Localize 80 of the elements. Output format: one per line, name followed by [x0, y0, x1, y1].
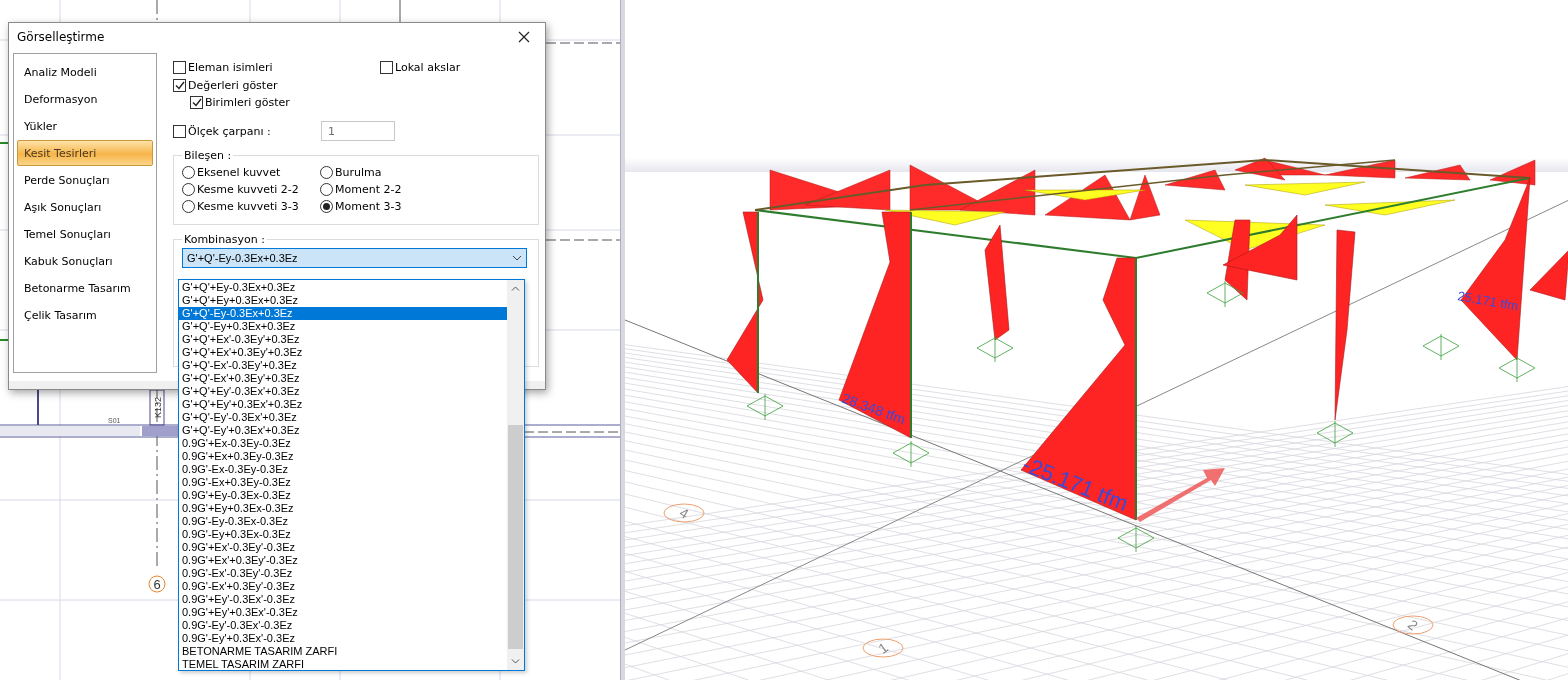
dropdown-item[interactable]: 0.9G'-Ey'+0.3Ex'-0.3Ez [179, 632, 507, 645]
dropdown-item[interactable]: G'+Q'+Ey'+0.3Ex'+0.3Ez [179, 398, 507, 411]
moment-label: 25.171 tfm [1456, 288, 1520, 314]
checkbox[interactable] [173, 124, 186, 138]
chevron-up-icon [511, 286, 520, 291]
radio-option[interactable]: Kesme kuvveti 2-2 [182, 181, 320, 198]
grid-bubble: 6 [148, 575, 166, 593]
dropdown-item[interactable]: G'+Q'+Ey-0.3Ex+0.3Ez [179, 281, 507, 294]
checkbox[interactable] [173, 61, 186, 74]
dropdown-item[interactable]: 0.9G'+Ex+0.3Ey-0.3Ez [179, 450, 507, 463]
dropdown-item[interactable]: G'+Q'-Ey'+0.3Ex'+0.3Ez [179, 424, 507, 437]
checkbox-option[interactable]: Ölçek çarpanı : [173, 124, 271, 138]
sidebar-item[interactable]: Çelik Tasarım [17, 302, 153, 328]
sidebar-item[interactable]: Kabuk Sonuçları [17, 248, 153, 274]
group-title: Bileşen : [183, 149, 233, 162]
dropdown-item[interactable]: 0.9G'-Ey'-0.3Ex'-0.3Ez [179, 619, 507, 632]
dropdown-item[interactable]: 0.9G'+Ex-0.3Ey-0.3Ez [179, 437, 507, 450]
radio-option[interactable]: Eksenel kuvvet [182, 164, 320, 181]
checkbox-option[interactable]: Lokal akslar [380, 61, 539, 74]
dropdown-item[interactable]: G'+Q'-Ey+0.3Ex+0.3Ez [179, 320, 507, 333]
column-label: K132 [153, 396, 163, 418]
radio-option[interactable]: Kesme kuvveti 3-3 [182, 198, 320, 215]
dropdown-item[interactable]: G'+Q'-Ey-0.3Ex+0.3Ez [179, 307, 507, 320]
axis-bubble: 4 [663, 503, 705, 523]
checkbox[interactable] [190, 96, 203, 109]
dropdown-item[interactable]: G'+Q'+Ey'-0.3Ex'+0.3Ez [179, 385, 507, 398]
radio-button[interactable] [320, 200, 333, 213]
dropdown-item[interactable]: 0.9G'-Ex-0.3Ey-0.3Ez [179, 463, 507, 476]
checkbox-option[interactable]: Eleman isimleri [173, 61, 380, 74]
dropdown-item[interactable]: 0.9G'+Ey+0.3Ex-0.3Ez [179, 502, 507, 515]
dropdown-item[interactable]: G'+Q'-Ex'-0.3Ey'+0.3Ez [179, 359, 507, 372]
checkbox-option[interactable]: Değerleri göster [173, 79, 539, 92]
checkbox-option[interactable]: Birimleri göster [173, 96, 539, 109]
combination-dropdown[interactable]: G'+Q'-Ey-0.3Ex+0.3Ez [182, 248, 527, 268]
radio-button[interactable] [320, 166, 333, 179]
dropdown-item[interactable]: 0.9G'+Ey'-0.3Ex'-0.3Ez [179, 593, 507, 606]
dropdown-item[interactable]: TEMEL TASARIM ZARFI [179, 658, 507, 671]
radio-option[interactable]: Burulma [320, 164, 530, 181]
dropdown-item[interactable]: 0.9G'+Ey'+0.3Ex'-0.3Ez [179, 606, 507, 619]
radio-option[interactable]: Moment 2-2 [320, 181, 530, 198]
checkbox[interactable] [380, 61, 393, 74]
sidebar-item[interactable]: Betonarme Tasarım [17, 275, 153, 301]
dropdown-item[interactable]: G'+Q'+Ey+0.3Ex+0.3Ez [179, 294, 507, 307]
radio-button[interactable] [320, 183, 333, 196]
moment-label: 28.348 tfm [839, 389, 908, 428]
dropdown-item[interactable]: BETONARME TASARIM ZARFI [179, 645, 507, 658]
group-title: Kombinasyon : [183, 233, 266, 246]
dropdown-item[interactable]: G'+Q'+Ex'-0.3Ey'+0.3Ez [179, 333, 507, 346]
sidebar-item[interactable]: Kesit Tesirleri [17, 140, 153, 166]
sidebar-item[interactable]: Perde Sonuçları [17, 167, 153, 193]
radio-button[interactable] [182, 200, 195, 213]
dropdown-item[interactable]: 0.9G'-Ey-0.3Ex-0.3Ez [179, 515, 507, 528]
radio-option[interactable]: Moment 3-3 [320, 198, 530, 215]
sidebar-item[interactable]: Deformasyon [17, 86, 153, 112]
dropdown-item[interactable]: 0.9G'-Ey+0.3Ex-0.3Ez [179, 528, 507, 541]
radio-button[interactable] [182, 166, 195, 179]
dropdown-item[interactable]: 0.9G'-Ex+0.3Ey-0.3Ez [179, 476, 507, 489]
dropdown-item[interactable]: 0.9G'+Ex'+0.3Ey'-0.3Ez [179, 554, 507, 567]
checkbox[interactable] [173, 79, 186, 92]
dropdown-item[interactable]: G'+Q'-Ey'-0.3Ex'+0.3Ez [179, 411, 507, 424]
sidebar-item[interactable]: Analiz Modeli [17, 59, 153, 85]
caret-icon [512, 255, 522, 261]
axis-bubble: 1 [862, 638, 904, 658]
sidebar-item[interactable]: Temel Sonuçları [17, 221, 153, 247]
axis-arrow-icon [1136, 468, 1225, 522]
dropdown-item[interactable]: 0.9G'-Ex'+0.3Ey'-0.3Ez [179, 580, 507, 593]
dropdown-item[interactable]: G'+Q'-Ex'+0.3Ey'+0.3Ez [179, 372, 507, 385]
scroll-thumb[interactable] [508, 425, 523, 649]
sidebar-item[interactable]: Yükler [17, 113, 153, 139]
close-icon [518, 31, 530, 43]
scrollbar[interactable] [507, 280, 524, 670]
dropdown-item[interactable]: 0.9G'+Ex'-0.3Ey'-0.3Ez [179, 541, 507, 554]
dropdown-item[interactable]: 0.9G'+Ey-0.3Ex-0.3Ez [179, 489, 507, 502]
sidebar-item[interactable]: Aşık Sonuçları [17, 194, 153, 220]
dropdown-item[interactable]: G'+Q'+Ex'+0.3Ey'+0.3Ez [179, 346, 507, 359]
window-title: Görselleştirme [17, 30, 105, 44]
radio-button[interactable] [182, 183, 195, 196]
axis-bubble: 2 [1392, 615, 1434, 635]
dropdown-item[interactable]: 0.9G'-Ex'-0.3Ey'-0.3Ez [179, 567, 507, 580]
chevron-down-icon [511, 659, 520, 664]
